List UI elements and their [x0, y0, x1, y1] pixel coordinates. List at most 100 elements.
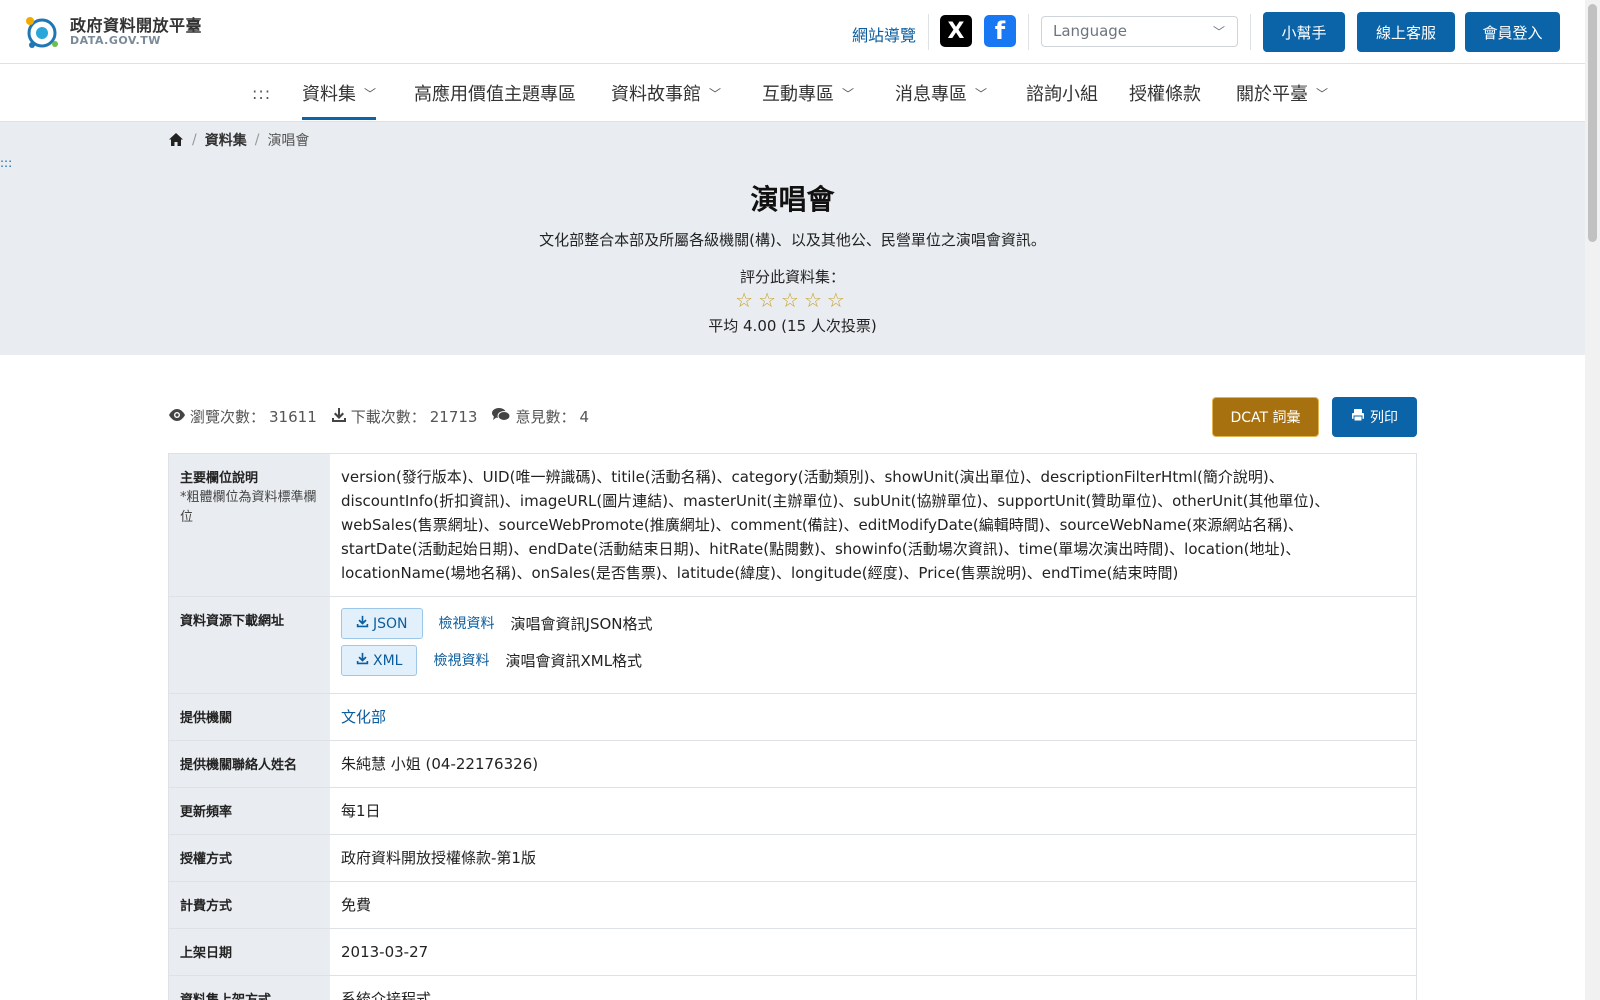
print-label: 列印: [1370, 410, 1398, 426]
dcat-vocabulary-button[interactable]: DCAT 詞彙: [1212, 397, 1319, 437]
accesskey-anchor[interactable]: :::: [252, 84, 271, 103]
home-icon[interactable]: [168, 132, 184, 148]
chevron-down-icon: ﹀: [1316, 87, 1329, 101]
nav-interactive[interactable]: 互動專區 ﹀: [762, 80, 854, 120]
resource-description: 演唱會資訊JSON格式: [510, 614, 653, 633]
chevron-down-icon: ﹀: [975, 87, 988, 101]
chevron-down-icon: ﹀: [709, 87, 722, 101]
download-icon: [331, 407, 347, 427]
logo-mark-icon: [22, 13, 62, 51]
divider: [1028, 14, 1029, 50]
rating-stars[interactable]: ☆☆☆☆☆: [0, 288, 1585, 312]
sitemap-link[interactable]: 網站導覽: [852, 22, 916, 46]
row-value-method: 系統介接程式: [341, 990, 432, 1000]
nav-advisory[interactable]: 諮詢小組: [1026, 80, 1098, 120]
breadcrumb-current: 演唱會: [267, 133, 310, 149]
rating-average: 平均 4.00 (15 人次投票): [708, 317, 877, 335]
dataset-stats: 瀏覽次數： 31611 下載次數： 21713 意見數： 4: [168, 406, 589, 427]
downloads-stat: 下載次數： 21713: [331, 406, 478, 427]
page-title: 演唱會: [750, 183, 835, 216]
row-label-frequency: 更新頻率: [169, 788, 330, 834]
table-row: 授權方式 政府資料開放授權條款-第1版: [169, 835, 1416, 882]
nav-item-label: 資料故事館: [611, 84, 701, 105]
logo-subtitle: DATA.GOV.TW: [70, 33, 161, 47]
printer-icon: [1351, 408, 1365, 426]
resource-line-xml: XML 檢視資料 演唱會資訊XML格式: [341, 645, 1405, 676]
nav-item-label: 諮詢小組: [1026, 84, 1098, 105]
divider: [1250, 14, 1251, 50]
comments-stat: 意見數： 4: [491, 406, 589, 427]
x-twitter-icon[interactable]: X: [940, 15, 972, 47]
language-select[interactable]: Language ﹀: [1041, 16, 1238, 47]
download-icon: [356, 612, 369, 636]
page-scrollbar[interactable]: [1585, 0, 1600, 1000]
helper-button[interactable]: 小幫手: [1263, 12, 1345, 52]
row-label-method: 資料集上架方式: [169, 976, 330, 1000]
download-xml-button[interactable]: XML: [341, 645, 418, 676]
nav-item-label: 授權條款: [1129, 84, 1201, 105]
breadcrumb-separator: /: [192, 132, 197, 148]
facebook-icon[interactable]: f: [984, 15, 1016, 47]
nav-about[interactable]: 關於平臺 ﹀: [1236, 80, 1328, 120]
site-logo[interactable]: 政府資料開放平臺 DATA.GOV.TW: [22, 12, 222, 52]
content-anchor[interactable]: :::: [0, 156, 12, 170]
table-row: 提供機關聯絡人姓名 朱純慧 小姐 (04-22176326): [169, 741, 1416, 788]
breadcrumb-datasets[interactable]: 資料集: [205, 130, 247, 150]
table-row: 資料集上架方式 系統介接程式: [169, 976, 1416, 1000]
comments-icon: [491, 407, 511, 427]
download-icon: [356, 649, 369, 673]
nav-license[interactable]: 授權條款: [1129, 80, 1201, 120]
divider: [928, 14, 929, 50]
view-json-link[interactable]: 檢視資料: [439, 612, 495, 636]
logo-title: 政府資料開放平臺: [70, 16, 203, 36]
resource-format: XML: [373, 652, 403, 669]
comments-count: 4: [579, 407, 590, 426]
fields-note: *粗體欄位為資料標準欄位: [180, 490, 317, 525]
row-value-fields: version(發行版本)、UID(唯一辨識碼)、titile(活動名稱)、ca…: [330, 454, 1416, 596]
fields-description: version(發行版本)、UID(唯一辨識碼)、titile(活動名稱)、ca…: [341, 468, 1330, 582]
resource-format: JSON: [373, 615, 408, 632]
row-label-date: 上架日期: [169, 929, 330, 975]
nav-high-value[interactable]: 高應用價值主題專區: [414, 80, 576, 120]
nav-item-label: 消息專區: [895, 84, 967, 105]
table-row: 資料資源下載網址 JSON 檢視資料 演唱會資訊JSON格式 XML 檢視資料 …: [169, 597, 1416, 694]
row-label-fee: 計費方式: [169, 882, 330, 928]
rating-label: 評分此資料集：: [739, 268, 845, 286]
fields-label: 主要欄位說明: [180, 471, 259, 486]
row-value-date: 2013-03-27: [341, 943, 429, 961]
download-json-button[interactable]: JSON: [341, 608, 423, 639]
comments-label: 意見數：: [515, 408, 576, 426]
nav-item-label: 高應用價值主題專區: [414, 84, 576, 105]
table-row: 提供機關 文化部: [169, 694, 1416, 741]
table-row: 主要欄位說明 *粗體欄位為資料標準欄位 version(發行版本)、UID(唯一…: [169, 454, 1416, 597]
row-label-resources: 資料資源下載網址: [169, 597, 330, 693]
nav-stories[interactable]: 資料故事館 ﹀: [611, 80, 721, 120]
nav-item-label: 互動專區: [762, 84, 834, 105]
view-xml-link[interactable]: 檢視資料: [433, 649, 489, 673]
member-login-button[interactable]: 會員登入: [1465, 12, 1560, 52]
nav-datasets[interactable]: 資料集 ﹀: [302, 80, 377, 120]
main-nav: ::: 資料集 ﹀ 高應用價值主題專區 資料故事館 ﹀ 互動專區 ﹀ 消息專區 ﹀ 諮詢…: [0, 64, 1585, 122]
row-value-frequency: 每1日: [341, 802, 381, 820]
chevron-down-icon: ﹀: [364, 87, 377, 101]
print-button[interactable]: 列印: [1332, 397, 1417, 437]
agency-link[interactable]: 文化部: [341, 708, 386, 726]
top-header: 政府資料開放平臺 DATA.GOV.TW 網站導覽 X f Language ﹀…: [0, 0, 1585, 64]
chevron-down-icon: ﹀: [1212, 25, 1225, 39]
row-label-fields: 主要欄位說明 *粗體欄位為資料標準欄位: [169, 454, 330, 596]
row-value-contact: 朱純慧 小姐 (04-22176326): [341, 755, 539, 773]
scrollbar-thumb[interactable]: [1588, 4, 1597, 242]
dataset-hero: / 資料集 / 演唱會 ::: 演唱會 文化部整合本部及所屬各級機關(構)、以及…: [0, 122, 1585, 355]
row-value-license: 政府資料開放授權條款-第1版: [341, 849, 536, 867]
downloads-count: 21713: [429, 407, 478, 426]
eye-icon: [168, 408, 186, 426]
nav-item-label: 關於平臺: [1236, 84, 1308, 105]
dataset-description: 文化部整合本部及所屬各級機關(構)、以及其他公、民營單位之演唱會資訊。: [539, 231, 1046, 249]
views-count: 31611: [269, 407, 317, 426]
dataset-info-table: 主要欄位說明 *粗體欄位為資料標準欄位 version(發行版本)、UID(唯一…: [168, 453, 1417, 1000]
nav-news[interactable]: 消息專區 ﹀: [895, 80, 987, 120]
table-row: 計費方式 免費: [169, 882, 1416, 929]
online-service-button[interactable]: 線上客服: [1357, 12, 1455, 52]
chevron-down-icon: ﹀: [842, 87, 855, 101]
row-label-contact: 提供機關聯絡人姓名: [169, 741, 330, 787]
